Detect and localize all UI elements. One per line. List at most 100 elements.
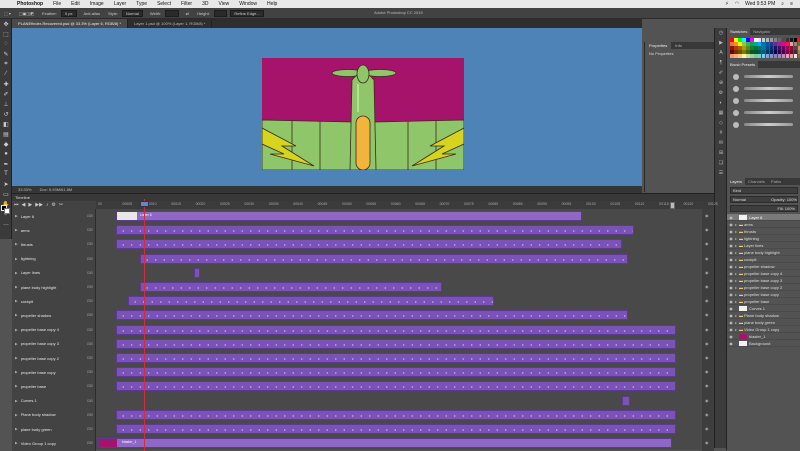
layer-row[interactable]: ◉ Background — [727, 340, 800, 347]
menu-filter[interactable]: Filter — [176, 1, 197, 7]
eraser-icon[interactable]: ◧ — [0, 119, 12, 129]
timeline-track-name[interactable]: ▶ Curves 1 ⊡⊟ — [12, 394, 96, 408]
timeline-clip[interactable]: blaster_1 — [98, 438, 672, 449]
track-options-icon[interactable]: ⊡⊟ — [87, 441, 93, 445]
track-visibility-icon[interactable]: ◉ — [705, 412, 709, 417]
layer-row[interactable]: ◉ ▸ ▬ propeller base — [727, 298, 800, 305]
quick-select-icon[interactable]: ✎ — [0, 49, 12, 59]
visibility-eye-icon[interactable]: ◉ — [727, 327, 735, 332]
plane-artwork[interactable] — [262, 58, 464, 170]
marquee-tool-icon[interactable]: ⬚ — [0, 29, 12, 39]
track-visibility-icon[interactable]: ◉ — [705, 298, 709, 303]
timeline-clip[interactable] — [116, 381, 676, 392]
layer-row[interactable]: ◉ ▸ ▬ plane body highlight — [727, 249, 800, 256]
visibility-eye-icon[interactable]: ◉ — [727, 278, 735, 283]
expand-triangle-icon[interactable]: ▶ — [15, 271, 18, 275]
layer-row[interactable]: ◉ ▸ ▬ cockpit — [727, 256, 800, 263]
timeline-clip[interactable] — [116, 310, 628, 321]
menu-select[interactable]: Select — [152, 1, 176, 7]
prev-frame-icon[interactable]: ◀ — [22, 202, 26, 208]
visibility-eye-icon[interactable]: ◉ — [727, 243, 735, 248]
visibility-eye-icon[interactable]: ◉ — [727, 229, 735, 234]
background-color-swatch[interactable] — [4, 208, 10, 214]
menu-type[interactable]: Type — [131, 1, 152, 7]
tab-layers[interactable]: Layers — [727, 178, 746, 185]
timeline-track-name[interactable]: ▶ cockpit ⊡⊟ — [12, 294, 96, 308]
battery-icon[interactable]: ⚡ — [722, 1, 732, 7]
healing-brush-icon[interactable]: ✚ — [0, 79, 12, 89]
opacity-value[interactable]: Opacity: 100% — [771, 197, 797, 202]
type-tool-icon[interactable]: T — [0, 169, 12, 179]
menu-list-icon[interactable]: ≡ — [787, 1, 796, 7]
menu-edit[interactable]: Edit — [66, 1, 85, 7]
blur-tool-icon[interactable]: ◆ — [0, 139, 12, 149]
expand-triangle-icon[interactable]: ▶ — [15, 370, 18, 374]
selection-mode-icons[interactable]: ▢▣◫◩ — [15, 11, 38, 16]
track-visibility-icon[interactable]: ◉ — [705, 284, 709, 289]
timeline-clip[interactable] — [116, 353, 676, 363]
track-options-icon[interactable]: ⊡⊟ — [87, 399, 93, 403]
timeline-track-name[interactable]: ▶ Layer lines ⊡⊟ — [12, 266, 96, 280]
path-select-icon[interactable]: ➤ — [0, 179, 12, 189]
timeline-track-name[interactable]: ▶ Layer 6 ⊡⊟ — [12, 209, 96, 223]
layer-row[interactable]: ◉ ▸ ▬ propeller shadow — [727, 263, 800, 270]
timeline-track-name[interactable]: ▶ propeller base copy 3 ⊡⊟ — [12, 337, 96, 351]
expand-triangle-icon[interactable]: ▶ — [15, 441, 18, 445]
tab-document-2[interactable]: Layer 1.psd @ 100% (Layer 1, RGB/8) * — [128, 19, 213, 28]
tab-channels[interactable]: Channels — [745, 178, 768, 185]
settings-icon[interactable]: ⚙ — [51, 202, 55, 208]
track-options-icon[interactable]: ⊡⊟ — [87, 228, 93, 232]
track-visibility-icon[interactable]: ◉ — [705, 270, 709, 275]
timeline-clip[interactable] — [116, 409, 676, 420]
expand-triangle-icon[interactable]: ▶ — [15, 356, 18, 360]
timeline-clip[interactable] — [116, 367, 676, 378]
visibility-eye-icon[interactable]: ◉ — [727, 215, 735, 220]
expand-triangle-icon[interactable]: ▶ — [15, 399, 18, 403]
timeline-track-name[interactable]: ▶ propeller shadow ⊡⊟ — [12, 308, 96, 322]
brush-preset[interactable] — [730, 108, 797, 118]
visibility-eye-icon[interactable]: ◉ — [727, 222, 735, 227]
track-options-icon[interactable]: ⊡⊟ — [87, 214, 93, 218]
track-visibility-icon[interactable]: ◉ — [705, 327, 709, 332]
expand-triangle-icon[interactable]: ▶ — [15, 427, 18, 431]
expand-triangle-icon[interactable]: ▶ — [15, 285, 18, 289]
track-options-icon[interactable]: ⊡⊟ — [87, 257, 93, 261]
tab-document-1[interactable]: PLANEfinder-Recovered.psd @ 33.3% (Layer… — [12, 19, 128, 28]
timeline-clip[interactable] — [116, 338, 676, 349]
work-area-end-handle[interactable] — [670, 202, 675, 209]
timeline-clip[interactable] — [140, 253, 628, 264]
expand-triangle-icon[interactable]: ▶ — [15, 313, 18, 317]
track-visibility-icon[interactable]: ◉ — [705, 355, 709, 360]
move-tool-icon[interactable]: ✥ — [0, 19, 12, 29]
expand-triangle-icon[interactable]: ▶ — [15, 214, 18, 218]
brush-preset[interactable] — [730, 72, 797, 82]
timeline-clip[interactable] — [116, 239, 622, 250]
track-visibility-icon[interactable]: ◉ — [705, 341, 709, 346]
expand-triangle-icon[interactable]: ▶ — [15, 342, 18, 346]
expand-triangle-icon[interactable]: ▶ — [15, 328, 18, 332]
visibility-eye-icon[interactable]: ◉ — [727, 264, 735, 269]
play-icon[interactable]: ▶ — [28, 202, 32, 208]
layer-row[interactable]: ◉ ▸ ▬ plane body green — [727, 319, 800, 326]
tab-navigator[interactable]: Navigator — [750, 28, 773, 35]
layer-row[interactable]: ◉ ▸ ▬ propeller base copy 4 — [727, 270, 800, 277]
track-options-icon[interactable]: ⊡⊟ — [87, 271, 93, 275]
style-select[interactable]: Normal — [121, 9, 143, 17]
brush-preset[interactable] — [730, 84, 797, 94]
track-options-icon[interactable]: ⊡⊟ — [87, 356, 93, 360]
track-options-icon[interactable]: ⊡⊟ — [87, 370, 93, 374]
layer-row[interactable]: ◉ Curves 1 — [727, 305, 800, 312]
timeline-track-name[interactable]: ▶ thrusts ⊡⊟ — [12, 237, 96, 251]
track-visibility-icon[interactable]: ◉ — [705, 241, 709, 246]
timeline-clip[interactable] — [194, 267, 200, 278]
track-options-icon[interactable]: ⊡⊟ — [87, 384, 93, 388]
marquee-tool-icon[interactable]: ⬚ ▾ — [0, 11, 15, 16]
layer-row[interactable]: ◉ ▸ ▬ arms — [727, 221, 800, 228]
timeline-track-name[interactable]: ▶ plane body green ⊡⊟ — [12, 422, 96, 436]
menu-app[interactable]: Photoshop — [12, 1, 48, 7]
timeline-clip[interactable] — [116, 324, 676, 335]
dodge-tool-icon[interactable]: ● — [0, 149, 12, 159]
track-visibility-icon[interactable]: ◉ — [705, 383, 709, 388]
visibility-eye-icon[interactable]: ◉ — [727, 292, 735, 297]
layer-row[interactable]: ◉ ▸ ▬ propeller base copy 2 — [727, 284, 800, 291]
